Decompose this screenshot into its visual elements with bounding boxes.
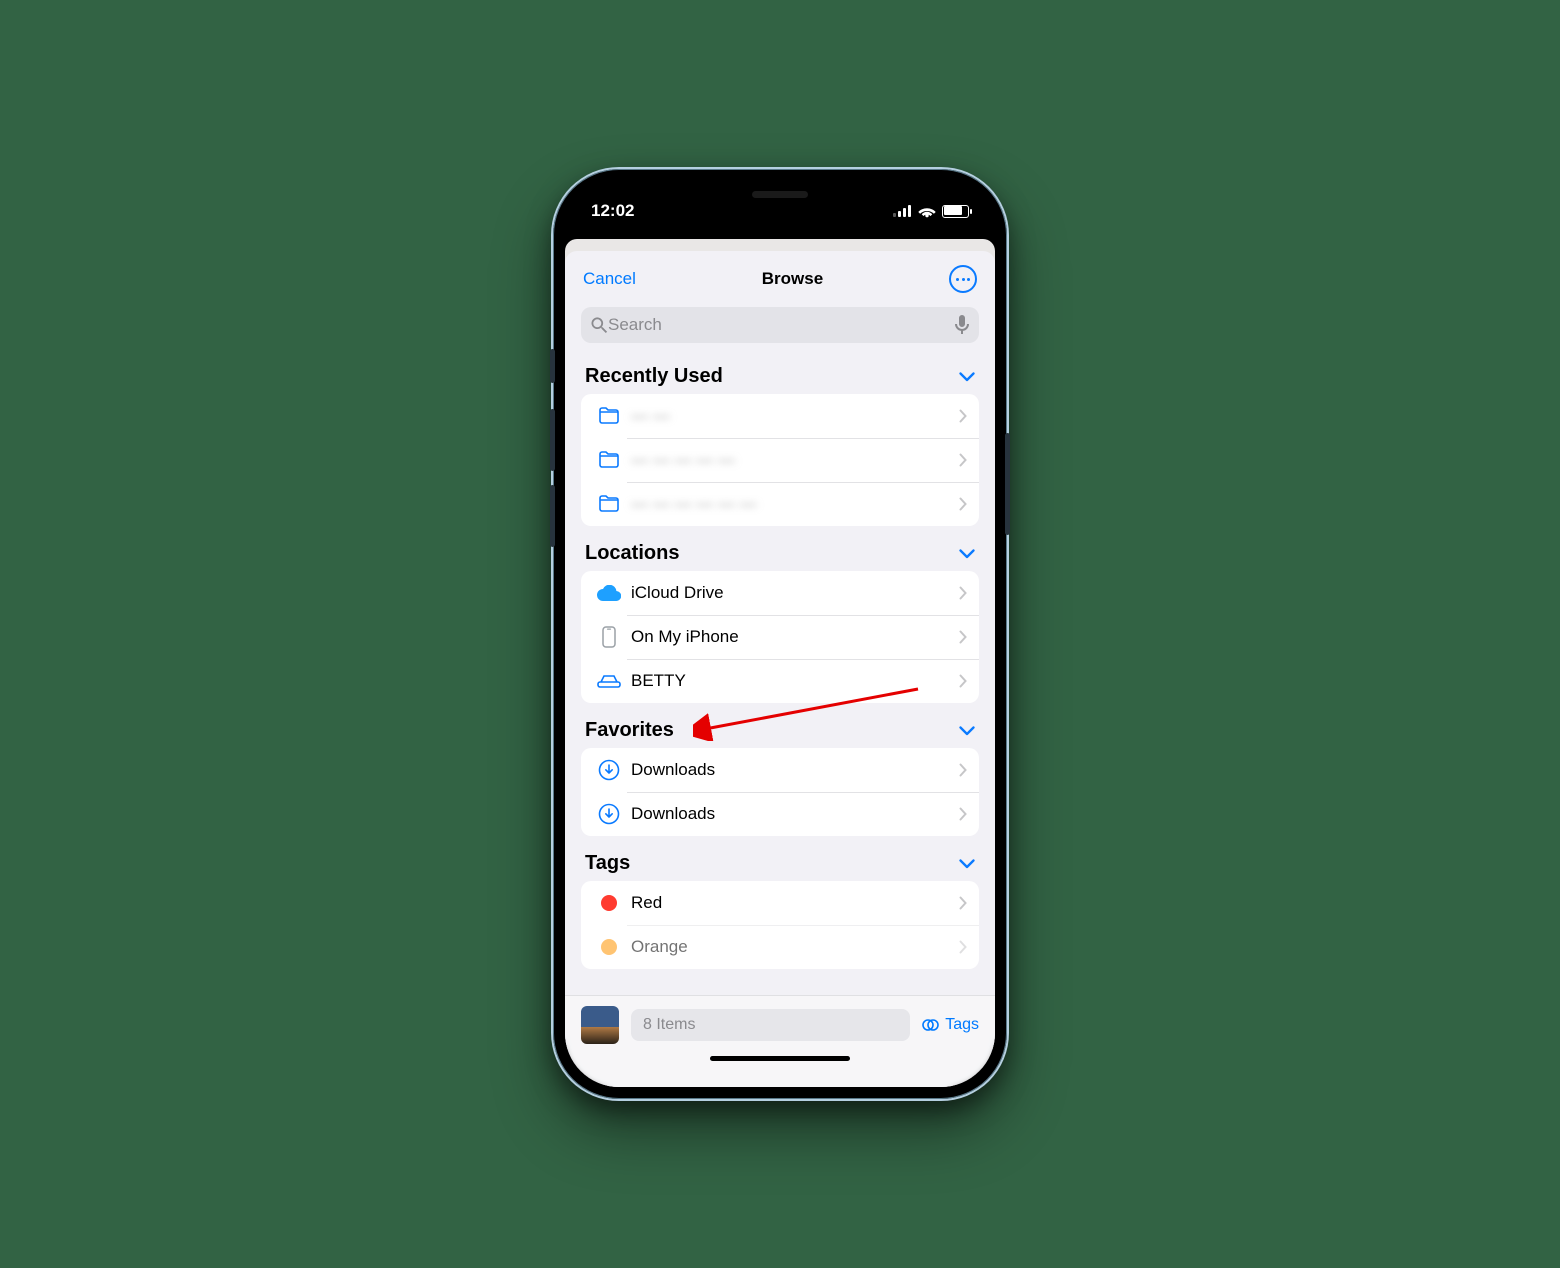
wifi-icon: [918, 205, 936, 218]
search-icon: [591, 317, 608, 334]
chevron-down-icon: [959, 726, 975, 736]
more-options-button[interactable]: [949, 265, 977, 293]
list-item-label: — — — — —: [631, 450, 959, 470]
locations-card: iCloud Drive On My iPhone: [581, 571, 979, 703]
section-header-tags[interactable]: Tags: [581, 836, 979, 881]
volume-down: [550, 485, 555, 547]
chevron-down-icon: [959, 372, 975, 382]
chevron-right-icon: [959, 674, 967, 688]
notch: [697, 181, 863, 215]
recent-item[interactable]: — —: [581, 394, 979, 438]
iphone-icon: [595, 626, 623, 648]
section-title: Tags: [585, 852, 630, 875]
recent-item[interactable]: — — — — — —: [581, 482, 979, 526]
list-item-label: — —: [631, 406, 959, 426]
search-bar[interactable]: [581, 307, 979, 343]
chevron-right-icon: [959, 940, 967, 954]
content-scroll[interactable]: Recently Used — — —: [565, 349, 995, 1087]
folder-icon: [595, 495, 623, 513]
list-item-label: iCloud Drive: [631, 583, 959, 603]
cancel-button[interactable]: Cancel: [583, 269, 636, 289]
nav-title: Browse: [762, 269, 823, 289]
section-header-favorites[interactable]: Favorites: [581, 703, 979, 748]
chevron-right-icon: [959, 409, 967, 423]
battery-icon: [942, 205, 969, 218]
ellipsis-icon: [956, 278, 970, 281]
chevron-right-icon: [959, 586, 967, 600]
section-header-recent[interactable]: Recently Used: [581, 349, 979, 394]
list-item-label: Orange: [631, 937, 959, 957]
tag-color-icon: [595, 895, 623, 911]
list-item-label: On My iPhone: [631, 627, 959, 647]
section-header-locations[interactable]: Locations: [581, 526, 979, 571]
volume-up: [550, 409, 555, 471]
location-external-drive[interactable]: BETTY: [581, 659, 979, 703]
screen: 12:02 Cancel Browse: [565, 181, 995, 1087]
favorites-card: Downloads Downloads: [581, 748, 979, 836]
chevron-right-icon: [959, 807, 967, 821]
tags-label: Tags: [945, 1016, 979, 1034]
chevron-right-icon: [959, 630, 967, 644]
list-item-label: Downloads: [631, 804, 959, 824]
favorite-downloads[interactable]: Downloads: [581, 748, 979, 792]
list-item-label: Red: [631, 893, 959, 913]
bottom-toolbar: 8 Items Tags: [565, 995, 995, 1087]
chevron-right-icon: [959, 453, 967, 467]
status-icons: [893, 205, 969, 218]
external-drive-icon: [595, 674, 623, 688]
folder-icon: [595, 407, 623, 425]
list-item-label: Downloads: [631, 760, 959, 780]
chevron-right-icon: [959, 763, 967, 777]
tags-card: Red Orange: [581, 881, 979, 969]
favorite-downloads[interactable]: Downloads: [581, 792, 979, 836]
mute-switch: [550, 349, 555, 383]
microphone-icon[interactable]: [955, 315, 969, 335]
download-icon: [595, 803, 623, 825]
list-item-label: BETTY: [631, 671, 959, 691]
tag-color-icon: [595, 939, 623, 955]
cellular-icon: [893, 205, 912, 217]
recent-item[interactable]: — — — — —: [581, 438, 979, 482]
section-title: Recently Used: [585, 365, 723, 388]
tags-button[interactable]: Tags: [922, 1016, 979, 1034]
tag-red[interactable]: Red: [581, 881, 979, 925]
chevron-right-icon: [959, 896, 967, 910]
list-item-label: — — — — — —: [631, 494, 959, 514]
chevron-right-icon: [959, 497, 967, 511]
chevron-down-icon: [959, 549, 975, 559]
power-button: [1005, 433, 1010, 535]
tag-orange[interactable]: Orange: [581, 925, 979, 969]
section-title: Locations: [585, 542, 679, 565]
count-label: 8 Items: [643, 1016, 695, 1034]
chevron-down-icon: [959, 859, 975, 869]
folder-icon: [595, 451, 623, 469]
recent-card: — — — — — — — — — — — —: [581, 394, 979, 526]
tag-icon: [922, 1018, 940, 1032]
home-indicator[interactable]: [710, 1056, 850, 1061]
browse-sheet: Cancel Browse Recently Used: [565, 251, 995, 1087]
selection-count[interactable]: 8 Items: [631, 1009, 910, 1041]
section-title: Favorites: [585, 719, 674, 742]
location-on-my-iphone[interactable]: On My iPhone: [581, 615, 979, 659]
status-time: 12:02: [591, 201, 634, 221]
phone-frame: 12:02 Cancel Browse: [553, 169, 1007, 1099]
nav-bar: Cancel Browse: [565, 251, 995, 299]
selection-thumbnail[interactable]: [581, 1006, 619, 1044]
location-icloud[interactable]: iCloud Drive: [581, 571, 979, 615]
search-input[interactable]: [608, 315, 955, 335]
download-icon: [595, 759, 623, 781]
cloud-icon: [595, 585, 623, 601]
